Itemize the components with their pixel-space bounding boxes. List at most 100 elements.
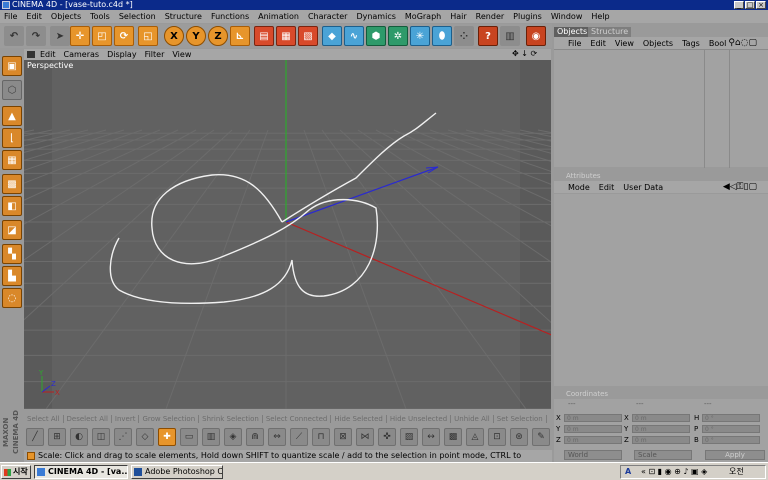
cmd-unhide-all[interactable]: Unhide All xyxy=(451,414,494,423)
workplane-icon[interactable]: ▙ xyxy=(2,266,22,286)
menu-structure[interactable]: Structure xyxy=(165,12,202,21)
last-tool-icon[interactable]: ◱ xyxy=(138,26,158,46)
object-manager-list[interactable] xyxy=(554,49,768,168)
menu-help[interactable]: Help xyxy=(591,12,609,21)
help-icon[interactable]: ? xyxy=(478,26,498,46)
menu-window[interactable]: Window xyxy=(551,12,583,21)
menu-plugins[interactable]: Plugins xyxy=(513,12,542,21)
cmd-hide-selected[interactable]: Hide Selected xyxy=(331,414,387,423)
undo-icon[interactable]: ↶ xyxy=(4,26,24,46)
menu-edit[interactable]: Edit xyxy=(26,12,42,21)
make-editable-icon[interactable]: ◪ xyxy=(2,220,22,240)
viewport-menu-display[interactable]: Display xyxy=(107,50,137,59)
coord-size-x-field[interactable]: 0 m xyxy=(632,414,690,422)
create-polygon-icon[interactable]: ◇ xyxy=(136,428,154,446)
apply-button[interactable]: Apply xyxy=(705,450,765,460)
objects-menu-view[interactable]: View xyxy=(615,39,634,48)
iron-icon[interactable]: ▨ xyxy=(400,428,418,446)
magnet-icon[interactable]: ⋒ xyxy=(246,428,264,446)
soft-selection-icon[interactable]: ◌ xyxy=(2,288,22,308)
maximize-button[interactable]: □ xyxy=(745,1,755,9)
render-view-icon[interactable]: ▤ xyxy=(254,26,274,46)
viewport-menu-view[interactable]: View xyxy=(172,50,191,59)
particles-icon[interactable]: ⁘ xyxy=(454,26,474,46)
viewport-menu-edit[interactable]: Edit xyxy=(40,50,56,59)
use-model-tool-icon[interactable]: ▣ xyxy=(2,56,22,76)
timeline-icon[interactable]: ▥ xyxy=(500,26,520,46)
light-icon[interactable]: ◉ xyxy=(526,26,546,46)
minimize-button[interactable]: _ xyxy=(734,1,744,9)
tray-icons[interactable]: « ⊡ ▮ ◉ ⊕ ♪ ▣ ◈ xyxy=(641,466,707,478)
coord-rot-b-field[interactable]: 0 ° xyxy=(702,436,760,444)
coord-size-z-field[interactable]: 0 m xyxy=(632,436,690,444)
texture-axis-icon[interactable]: ▚ xyxy=(2,244,22,264)
coord-rot-p-field[interactable]: 0 ° xyxy=(702,425,760,433)
coord-pos-y-field[interactable]: 0 m xyxy=(564,425,622,433)
attributes-menu-edit[interactable]: Edit xyxy=(599,183,615,192)
deformer-icon[interactable]: ✳ xyxy=(410,26,430,46)
coord-mode-select[interactable]: World xyxy=(564,450,622,460)
taskbar-item-photoshop[interactable]: Adobe Photoshop C... xyxy=(131,465,223,479)
live-selection-icon[interactable]: ➤ xyxy=(50,26,70,46)
spline-icon[interactable]: ∿ xyxy=(344,26,364,46)
menu-selection[interactable]: Selection xyxy=(119,12,156,21)
y-axis-lock-button[interactable]: Y xyxy=(186,26,206,46)
bevel-icon[interactable]: ◈ xyxy=(224,428,242,446)
cmd-shrink-selection[interactable]: Shrink Selection xyxy=(199,414,263,423)
scene-objects-icon[interactable]: ⬮ xyxy=(432,26,452,46)
z-axis-lock-button[interactable]: Z xyxy=(208,26,228,46)
create-point-icon[interactable]: ⋰ xyxy=(114,428,132,446)
menu-functions[interactable]: Functions xyxy=(211,12,249,21)
tab-objects[interactable]: Objects xyxy=(554,27,591,37)
cmd-set-selection[interactable]: Set Selection xyxy=(494,414,547,423)
menu-file[interactable]: File xyxy=(4,12,17,21)
tab-structure[interactable]: Structure xyxy=(588,27,632,37)
x-axis-lock-button[interactable]: X xyxy=(164,26,184,46)
objects-menu-file[interactable]: File xyxy=(568,39,581,48)
menu-tools[interactable]: Tools xyxy=(90,12,110,21)
viewport-canvas[interactable]: Y X Z xyxy=(24,60,551,409)
cmd-select-all[interactable]: Select All xyxy=(24,414,64,423)
cmd-hide-unselected[interactable]: Hide Unselected xyxy=(387,414,452,423)
smooth-shift-icon[interactable]: ⊓ xyxy=(312,428,330,446)
cmd-select-connected[interactable]: Select Connected xyxy=(263,414,332,423)
use-axis-tool-icon[interactable]: ⌊ xyxy=(2,128,22,148)
coordinate-system-icon[interactable]: ⊾ xyxy=(230,26,250,46)
menu-objects[interactable]: Objects xyxy=(51,12,81,21)
rotate-tool-icon[interactable]: ⟳ xyxy=(114,26,134,46)
cmd-invert[interactable]: Invert xyxy=(112,414,140,423)
use-points-tool-icon[interactable]: ▦ xyxy=(2,150,22,170)
stitch-icon[interactable]: ✜ xyxy=(378,428,396,446)
objects-menu-objects[interactable]: Objects xyxy=(643,39,673,48)
taskbar-item-cinema4d[interactable]: CINEMA 4D - [va... xyxy=(34,465,128,479)
extrude-icon[interactable]: ▭ xyxy=(180,428,198,446)
coord-rot-h-field[interactable]: 0 ° xyxy=(702,414,760,422)
bridge-icon[interactable]: ⊞ xyxy=(48,428,66,446)
add-point-icon[interactable]: ✚ xyxy=(158,428,176,446)
coord-scale-select[interactable]: Scale xyxy=(634,450,692,460)
brush-icon[interactable]: ◐ xyxy=(70,428,88,446)
coord-pos-z-field[interactable]: 0 m xyxy=(564,436,622,444)
matrix-extrude-icon[interactable]: ⊠ xyxy=(334,428,352,446)
slide-icon[interactable]: ⟋ xyxy=(290,428,308,446)
attributes-menu-user-data[interactable]: User Data xyxy=(623,183,663,192)
untriangulate-icon[interactable]: ⊡ xyxy=(488,428,506,446)
weld-icon[interactable]: ⋈ xyxy=(356,428,374,446)
viewport-menu-cameras[interactable]: Cameras xyxy=(64,50,100,59)
knife-icon[interactable]: ╱ xyxy=(26,428,44,446)
start-button[interactable]: 시작 xyxy=(1,465,31,479)
menu-render[interactable]: Render xyxy=(476,12,504,21)
close-polygon-hole-icon[interactable]: ◫ xyxy=(92,428,110,446)
mirror-icon[interactable]: ⇔ xyxy=(268,428,286,446)
menu-character[interactable]: Character xyxy=(308,12,348,21)
cube-primitive-icon[interactable]: ◆ xyxy=(322,26,342,46)
use-edges-tool-icon[interactable]: ▩ xyxy=(2,174,22,194)
use-object-tool-icon[interactable]: ⬡ xyxy=(2,80,22,100)
nurbs-icon[interactable]: ⬢ xyxy=(366,26,386,46)
extrude-inner-icon[interactable]: ▥ xyxy=(202,428,220,446)
objects-menu-bool[interactable]: Bool xyxy=(709,39,727,48)
render-settings-icon[interactable]: ▧ xyxy=(298,26,318,46)
menu-hair[interactable]: Hair xyxy=(450,12,466,21)
optimize-icon[interactable]: ⊛ xyxy=(510,428,528,446)
objects-search-icon[interactable]: ⚲⌂◌▢ xyxy=(728,38,757,48)
